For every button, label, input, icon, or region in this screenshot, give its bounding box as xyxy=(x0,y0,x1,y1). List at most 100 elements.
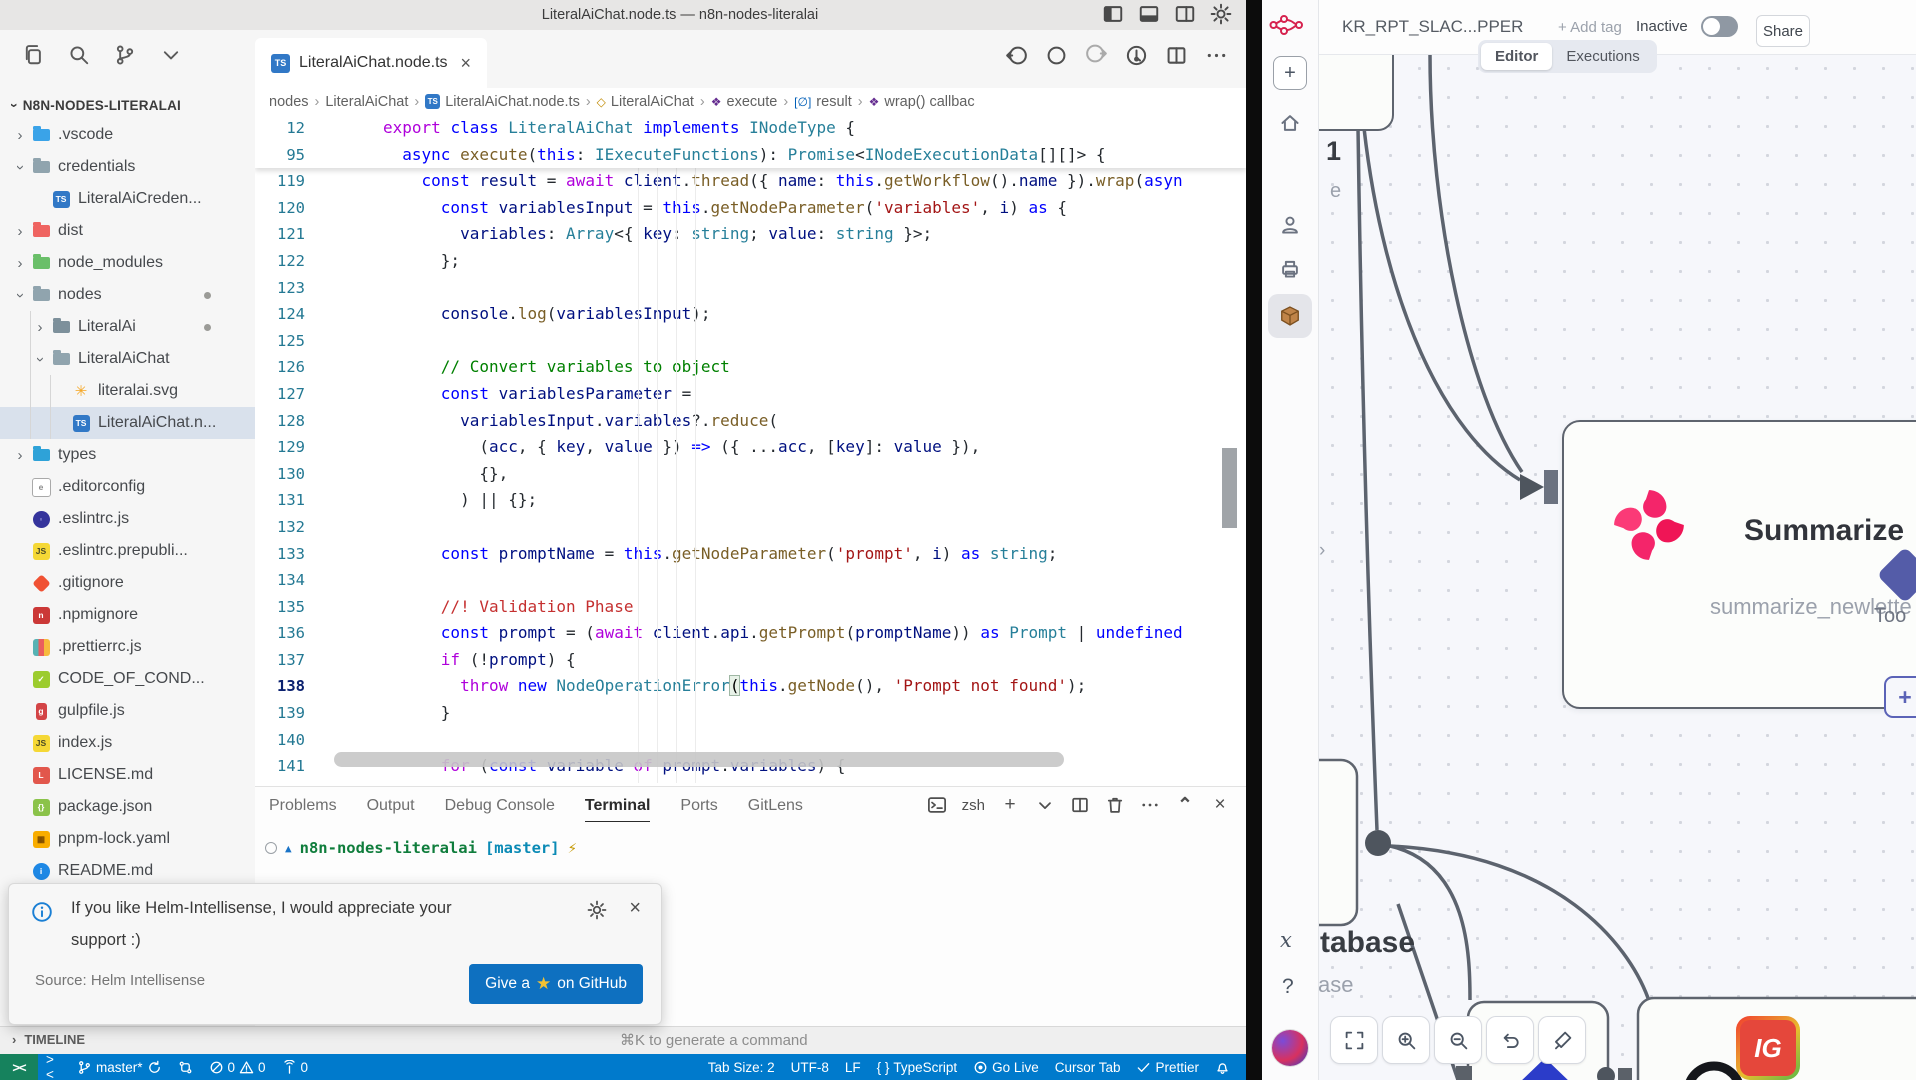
history-back-icon[interactable] xyxy=(1005,44,1028,67)
status-item[interactable]: Go Live xyxy=(965,1054,1047,1080)
sticky-line[interactable]: 12export class LiteralAiChat implements … xyxy=(255,115,1246,142)
panel-tab-gitlens[interactable]: GitLens xyxy=(748,797,803,822)
share-button[interactable]: Share xyxy=(1756,15,1810,47)
explorer-item-package-json[interactable]: {}package.json xyxy=(0,791,255,823)
vertical-scrollbar[interactable] xyxy=(1222,448,1237,528)
layout-panel-icon[interactable] xyxy=(1138,3,1160,25)
explorer-item--[interactable]: ✓CODE_OF_COND... xyxy=(0,663,255,695)
chevdn-icon[interactable] xyxy=(1035,795,1055,815)
explorer-item-types[interactable]: ›types xyxy=(0,439,255,471)
user-avatar[interactable] xyxy=(1272,1030,1308,1066)
code-line[interactable]: 136 const prompt = (await client.api.get… xyxy=(255,620,1246,647)
tidy-button[interactable] xyxy=(1538,1016,1586,1064)
code-line[interactable]: 123 xyxy=(255,275,1246,302)
active-toggle[interactable] xyxy=(1701,16,1738,37)
status-item[interactable]: 00 xyxy=(201,1054,274,1080)
help-icon[interactable]: ? xyxy=(1282,975,1294,999)
explorer-item--iteral-i-hat[interactable]: ›LiteralAiChat xyxy=(0,343,255,375)
timeline-section[interactable]: › TIMELINE xyxy=(12,1032,85,1047)
status-item[interactable] xyxy=(1207,1054,1238,1080)
status-item[interactable]: Prettier xyxy=(1128,1054,1207,1080)
status-item[interactable]: Cursor Tab xyxy=(1047,1054,1129,1080)
explorer-item--iteral-i[interactable]: ›LiteralAi xyxy=(0,311,255,343)
terminal-icon[interactable] xyxy=(927,795,947,815)
circle-icon[interactable] xyxy=(1045,44,1068,67)
code-line[interactable]: 130 {}, xyxy=(255,461,1246,488)
cut-node-top[interactable] xyxy=(1318,54,1394,131)
layout-sidebar-right-icon[interactable] xyxy=(1174,3,1196,25)
split-editor-icon[interactable] xyxy=(1165,44,1188,67)
code-line[interactable]: 134 xyxy=(255,567,1246,594)
code-line[interactable]: 140 xyxy=(255,727,1246,754)
status-item[interactable] xyxy=(170,1054,201,1080)
code-line[interactable]: 127 const variablesParameter = xyxy=(255,381,1246,408)
explorer-item--gitignore[interactable]: .gitignore xyxy=(0,567,255,599)
status-item[interactable]: Tab Size: 2 xyxy=(700,1054,783,1080)
node-summarize[interactable]: Summarize summarize_newlette xyxy=(1562,420,1916,709)
variables-x-icon[interactable]: x xyxy=(1280,928,1292,952)
explorer-item-node-modules[interactable]: ›node_modules xyxy=(0,247,255,279)
workflow-title[interactable]: KR_RPT_SLAC...PPER xyxy=(1342,17,1523,37)
code-line[interactable]: 131 ) || {}; xyxy=(255,487,1246,514)
add-tool-button[interactable]: + xyxy=(1884,676,1916,718)
code-line[interactable]: 125 xyxy=(255,328,1246,355)
add-workflow-button[interactable]: + xyxy=(1273,56,1307,90)
code-line[interactable]: 139 } xyxy=(255,700,1246,727)
code-line[interactable]: 126 // Convert variables to object xyxy=(255,354,1246,381)
more-icon[interactable] xyxy=(1205,44,1228,67)
breadcrumb-item[interactable]: [∅]result xyxy=(794,94,852,110)
trash-icon[interactable] xyxy=(1105,795,1125,815)
explorer-item--iteral-i-hat-n-[interactable]: TSLiteralAiChat.n... xyxy=(0,407,255,439)
gear-icon[interactable] xyxy=(1210,3,1232,25)
panel-tab-terminal[interactable]: Terminal xyxy=(585,797,651,822)
source-control-icon[interactable] xyxy=(114,44,136,66)
add-tag-button[interactable]: + Add tag xyxy=(1558,19,1622,36)
status-item[interactable]: UTF-8 xyxy=(783,1054,837,1080)
breadcrumb-item[interactable]: nodes xyxy=(269,94,309,110)
explorer-root[interactable]: › N8N-NODES-LITERALAI xyxy=(0,88,255,119)
status-item[interactable]: >< xyxy=(38,1054,69,1080)
sidebar-expand-icon[interactable]: › xyxy=(1319,540,1325,562)
code-line[interactable]: 133 const promptName = this.getNodeParam… xyxy=(255,541,1246,568)
explorer-item-credentials[interactable]: ›credentials xyxy=(0,151,255,183)
explorer-item-gulpfile-js[interactable]: ggulpfile.js xyxy=(0,695,255,727)
plus-icon[interactable]: + xyxy=(1000,795,1020,815)
sticky-line[interactable]: 95 async execute(this: IExecuteFunctions… xyxy=(255,142,1246,169)
status-item[interactable]: 0 xyxy=(274,1054,317,1080)
code-line[interactable]: 122 }; xyxy=(255,248,1246,275)
fit-view-button[interactable] xyxy=(1330,1016,1378,1064)
zoom-in-button[interactable] xyxy=(1382,1016,1430,1064)
code-line[interactable]: 128 variablesInput.variables?.reduce( xyxy=(255,408,1246,435)
zoom-out-button[interactable] xyxy=(1434,1016,1482,1064)
code-line[interactable]: 138 throw new NodeOperationError(this.ge… xyxy=(255,673,1246,700)
code-editor[interactable]: 12export class LiteralAiChat implements … xyxy=(255,115,1246,786)
code-line[interactable]: 132 xyxy=(255,514,1246,541)
code-line[interactable]: 119 const result = await client.thread({… xyxy=(255,168,1246,195)
n8n-logo-icon[interactable] xyxy=(1269,12,1305,38)
search-icon[interactable] xyxy=(68,44,90,66)
explorer-item-dist[interactable]: ›dist xyxy=(0,215,255,247)
explorer-item--npmignore[interactable]: n.npmignore xyxy=(0,599,255,631)
code-line[interactable]: 137 if (!prompt) { xyxy=(255,647,1246,674)
breadcrumb-item[interactable]: LiteralAiChat xyxy=(325,94,408,110)
remote-indicator[interactable]: >< xyxy=(0,1054,38,1080)
panel-tab-debug-console[interactable]: Debug Console xyxy=(445,797,555,822)
explorer-item-pnpm-lock-yaml[interactable]: ▦pnpm-lock.yaml xyxy=(0,823,255,855)
give-star-github-button[interactable]: Give a ★ on GitHub xyxy=(469,964,643,1004)
chevup-icon[interactable]: ⌃ xyxy=(1175,795,1195,815)
explorer-item-index-js[interactable]: JSindex.js xyxy=(0,727,255,759)
home-icon[interactable] xyxy=(1279,112,1301,134)
split-editor-icon[interactable] xyxy=(1070,795,1090,815)
tab-close-icon[interactable]: × xyxy=(461,53,472,74)
tab-executions[interactable]: Executions xyxy=(1552,43,1653,70)
status-item[interactable]: { }TypeScript xyxy=(869,1054,966,1080)
tab-literalaichat-node-ts[interactable]: TS LiteralAiChat.node.ts × xyxy=(255,38,487,88)
tab-editor[interactable]: Editor xyxy=(1481,43,1552,70)
terminal-prompt[interactable]: ▲ n8n-nodes-literalai [master] ⚡ xyxy=(265,839,577,857)
layout-sidebar-left-icon[interactable] xyxy=(1102,3,1124,25)
chevron-down-icon[interactable] xyxy=(160,44,182,66)
package-icon[interactable] xyxy=(1279,305,1301,327)
breadcrumb-item[interactable]: ◇LiteralAiChat xyxy=(597,94,694,110)
horizontal-scrollbar[interactable] xyxy=(334,752,1064,767)
run-icon[interactable] xyxy=(1125,44,1148,67)
